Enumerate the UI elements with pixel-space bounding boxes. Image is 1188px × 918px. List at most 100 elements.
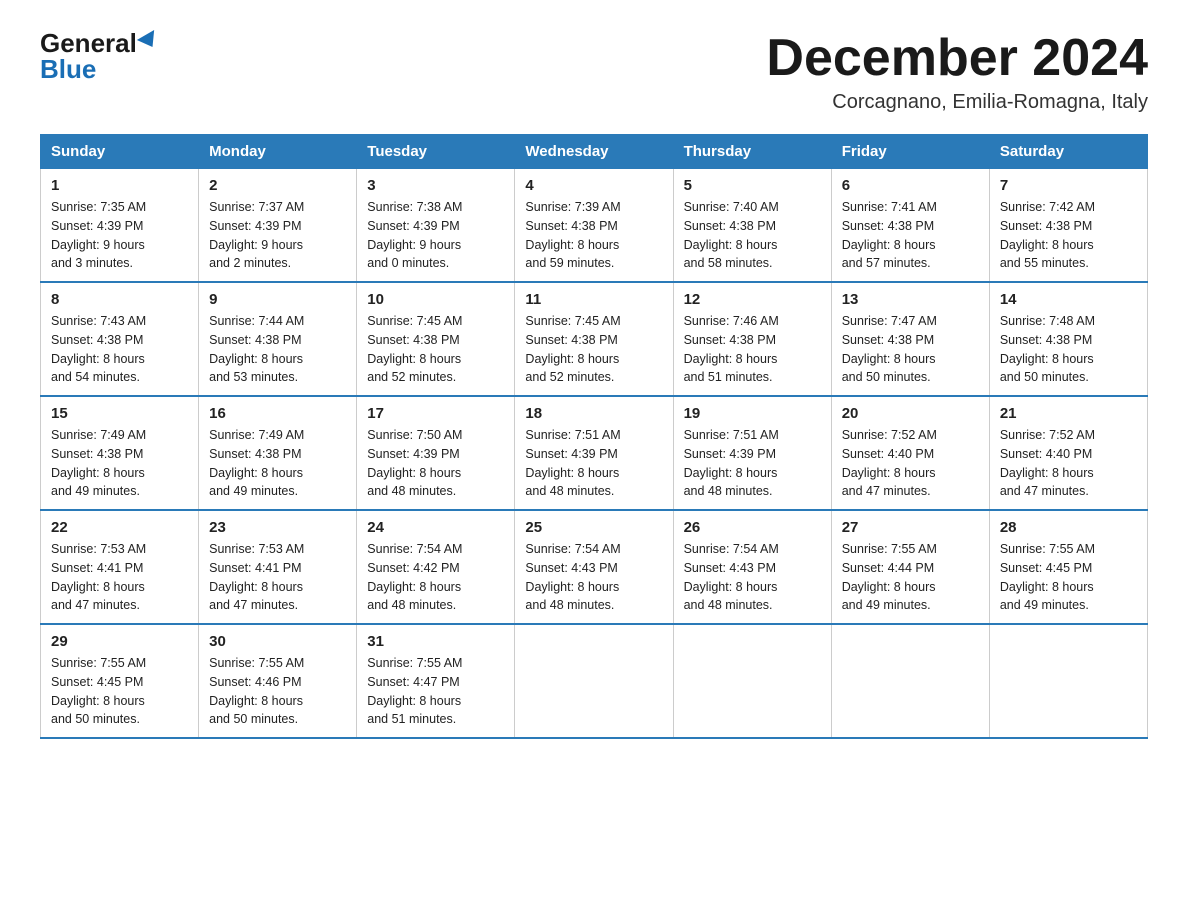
day-cell: 11 Sunrise: 7:45 AMSunset: 4:38 PMDaylig… xyxy=(515,282,673,396)
day-number: 11 xyxy=(525,291,662,308)
week-row-2: 8 Sunrise: 7:43 AMSunset: 4:38 PMDayligh… xyxy=(41,282,1148,396)
day-cell: 29 Sunrise: 7:55 AMSunset: 4:45 PMDaylig… xyxy=(41,624,199,738)
month-title: December 2024 xyxy=(766,30,1148,87)
day-cell: 27 Sunrise: 7:55 AMSunset: 4:44 PMDaylig… xyxy=(831,510,989,624)
day-info: Sunrise: 7:35 AMSunset: 4:39 PMDaylight:… xyxy=(51,198,188,273)
header-row: SundayMondayTuesdayWednesdayThursdayFrid… xyxy=(41,135,1148,169)
day-number: 8 xyxy=(51,291,188,308)
day-cell: 16 Sunrise: 7:49 AMSunset: 4:38 PMDaylig… xyxy=(199,396,357,510)
day-info: Sunrise: 7:55 AMSunset: 4:45 PMDaylight:… xyxy=(1000,540,1137,615)
day-number: 31 xyxy=(367,633,504,650)
day-cell: 22 Sunrise: 7:53 AMSunset: 4:41 PMDaylig… xyxy=(41,510,199,624)
day-info: Sunrise: 7:46 AMSunset: 4:38 PMDaylight:… xyxy=(684,312,821,387)
day-info: Sunrise: 7:53 AMSunset: 4:41 PMDaylight:… xyxy=(209,540,346,615)
day-number: 9 xyxy=(209,291,346,308)
logo: General Blue xyxy=(40,30,159,82)
day-info: Sunrise: 7:47 AMSunset: 4:38 PMDaylight:… xyxy=(842,312,979,387)
day-info: Sunrise: 7:37 AMSunset: 4:39 PMDaylight:… xyxy=(209,198,346,273)
day-cell: 25 Sunrise: 7:54 AMSunset: 4:43 PMDaylig… xyxy=(515,510,673,624)
day-cell: 13 Sunrise: 7:47 AMSunset: 4:38 PMDaylig… xyxy=(831,282,989,396)
day-info: Sunrise: 7:49 AMSunset: 4:38 PMDaylight:… xyxy=(51,426,188,501)
header-cell-thursday: Thursday xyxy=(673,135,831,169)
day-number: 29 xyxy=(51,633,188,650)
day-info: Sunrise: 7:50 AMSunset: 4:39 PMDaylight:… xyxy=(367,426,504,501)
day-cell: 12 Sunrise: 7:46 AMSunset: 4:38 PMDaylig… xyxy=(673,282,831,396)
week-row-1: 1 Sunrise: 7:35 AMSunset: 4:39 PMDayligh… xyxy=(41,169,1148,283)
logo-general-text: General xyxy=(40,30,137,56)
day-number: 24 xyxy=(367,519,504,536)
day-info: Sunrise: 7:42 AMSunset: 4:38 PMDaylight:… xyxy=(1000,198,1137,273)
day-number: 3 xyxy=(367,177,504,194)
day-info: Sunrise: 7:55 AMSunset: 4:44 PMDaylight:… xyxy=(842,540,979,615)
day-cell: 30 Sunrise: 7:55 AMSunset: 4:46 PMDaylig… xyxy=(199,624,357,738)
week-row-4: 22 Sunrise: 7:53 AMSunset: 4:41 PMDaylig… xyxy=(41,510,1148,624)
day-info: Sunrise: 7:39 AMSunset: 4:38 PMDaylight:… xyxy=(525,198,662,273)
day-info: Sunrise: 7:54 AMSunset: 4:43 PMDaylight:… xyxy=(525,540,662,615)
calendar-header: SundayMondayTuesdayWednesdayThursdayFrid… xyxy=(41,135,1148,169)
header-cell-tuesday: Tuesday xyxy=(357,135,515,169)
day-number: 4 xyxy=(525,177,662,194)
day-number: 20 xyxy=(842,405,979,422)
day-number: 26 xyxy=(684,519,821,536)
day-info: Sunrise: 7:40 AMSunset: 4:38 PMDaylight:… xyxy=(684,198,821,273)
page-header: General Blue December 2024 Corcagnano, E… xyxy=(40,30,1148,114)
day-info: Sunrise: 7:41 AMSunset: 4:38 PMDaylight:… xyxy=(842,198,979,273)
day-number: 7 xyxy=(1000,177,1137,194)
day-number: 5 xyxy=(684,177,821,194)
logo-blue-text: Blue xyxy=(40,56,96,82)
day-info: Sunrise: 7:53 AMSunset: 4:41 PMDaylight:… xyxy=(51,540,188,615)
day-cell: 1 Sunrise: 7:35 AMSunset: 4:39 PMDayligh… xyxy=(41,169,199,283)
day-cell: 9 Sunrise: 7:44 AMSunset: 4:38 PMDayligh… xyxy=(199,282,357,396)
day-cell: 6 Sunrise: 7:41 AMSunset: 4:38 PMDayligh… xyxy=(831,169,989,283)
day-cell xyxy=(515,624,673,738)
day-cell: 3 Sunrise: 7:38 AMSunset: 4:39 PMDayligh… xyxy=(357,169,515,283)
header-cell-monday: Monday xyxy=(199,135,357,169)
day-number: 2 xyxy=(209,177,346,194)
day-number: 17 xyxy=(367,405,504,422)
day-number: 19 xyxy=(684,405,821,422)
day-cell xyxy=(673,624,831,738)
day-cell: 14 Sunrise: 7:48 AMSunset: 4:38 PMDaylig… xyxy=(989,282,1147,396)
day-number: 28 xyxy=(1000,519,1137,536)
day-info: Sunrise: 7:45 AMSunset: 4:38 PMDaylight:… xyxy=(367,312,504,387)
day-info: Sunrise: 7:38 AMSunset: 4:39 PMDaylight:… xyxy=(367,198,504,273)
day-info: Sunrise: 7:55 AMSunset: 4:47 PMDaylight:… xyxy=(367,654,504,729)
day-info: Sunrise: 7:52 AMSunset: 4:40 PMDaylight:… xyxy=(842,426,979,501)
day-info: Sunrise: 7:55 AMSunset: 4:45 PMDaylight:… xyxy=(51,654,188,729)
day-number: 23 xyxy=(209,519,346,536)
day-cell xyxy=(989,624,1147,738)
day-cell: 23 Sunrise: 7:53 AMSunset: 4:41 PMDaylig… xyxy=(199,510,357,624)
header-cell-saturday: Saturday xyxy=(989,135,1147,169)
day-cell: 5 Sunrise: 7:40 AMSunset: 4:38 PMDayligh… xyxy=(673,169,831,283)
day-number: 10 xyxy=(367,291,504,308)
day-cell: 2 Sunrise: 7:37 AMSunset: 4:39 PMDayligh… xyxy=(199,169,357,283)
day-cell: 20 Sunrise: 7:52 AMSunset: 4:40 PMDaylig… xyxy=(831,396,989,510)
day-number: 25 xyxy=(525,519,662,536)
day-info: Sunrise: 7:45 AMSunset: 4:38 PMDaylight:… xyxy=(525,312,662,387)
title-block: December 2024 Corcagnano, Emilia-Romagna… xyxy=(766,30,1148,114)
day-number: 14 xyxy=(1000,291,1137,308)
calendar-body: 1 Sunrise: 7:35 AMSunset: 4:39 PMDayligh… xyxy=(41,169,1148,739)
logo-triangle-icon xyxy=(137,30,161,52)
day-cell: 28 Sunrise: 7:55 AMSunset: 4:45 PMDaylig… xyxy=(989,510,1147,624)
day-cell: 24 Sunrise: 7:54 AMSunset: 4:42 PMDaylig… xyxy=(357,510,515,624)
day-cell: 31 Sunrise: 7:55 AMSunset: 4:47 PMDaylig… xyxy=(357,624,515,738)
day-number: 18 xyxy=(525,405,662,422)
calendar-table: SundayMondayTuesdayWednesdayThursdayFrid… xyxy=(40,134,1148,739)
day-number: 1 xyxy=(51,177,188,194)
day-info: Sunrise: 7:55 AMSunset: 4:46 PMDaylight:… xyxy=(209,654,346,729)
day-number: 21 xyxy=(1000,405,1137,422)
day-info: Sunrise: 7:54 AMSunset: 4:42 PMDaylight:… xyxy=(367,540,504,615)
day-cell: 10 Sunrise: 7:45 AMSunset: 4:38 PMDaylig… xyxy=(357,282,515,396)
day-cell: 19 Sunrise: 7:51 AMSunset: 4:39 PMDaylig… xyxy=(673,396,831,510)
day-cell: 26 Sunrise: 7:54 AMSunset: 4:43 PMDaylig… xyxy=(673,510,831,624)
header-cell-wednesday: Wednesday xyxy=(515,135,673,169)
day-number: 27 xyxy=(842,519,979,536)
day-number: 6 xyxy=(842,177,979,194)
week-row-5: 29 Sunrise: 7:55 AMSunset: 4:45 PMDaylig… xyxy=(41,624,1148,738)
day-cell: 21 Sunrise: 7:52 AMSunset: 4:40 PMDaylig… xyxy=(989,396,1147,510)
day-cell: 8 Sunrise: 7:43 AMSunset: 4:38 PMDayligh… xyxy=(41,282,199,396)
header-cell-friday: Friday xyxy=(831,135,989,169)
day-cell: 18 Sunrise: 7:51 AMSunset: 4:39 PMDaylig… xyxy=(515,396,673,510)
day-cell: 15 Sunrise: 7:49 AMSunset: 4:38 PMDaylig… xyxy=(41,396,199,510)
